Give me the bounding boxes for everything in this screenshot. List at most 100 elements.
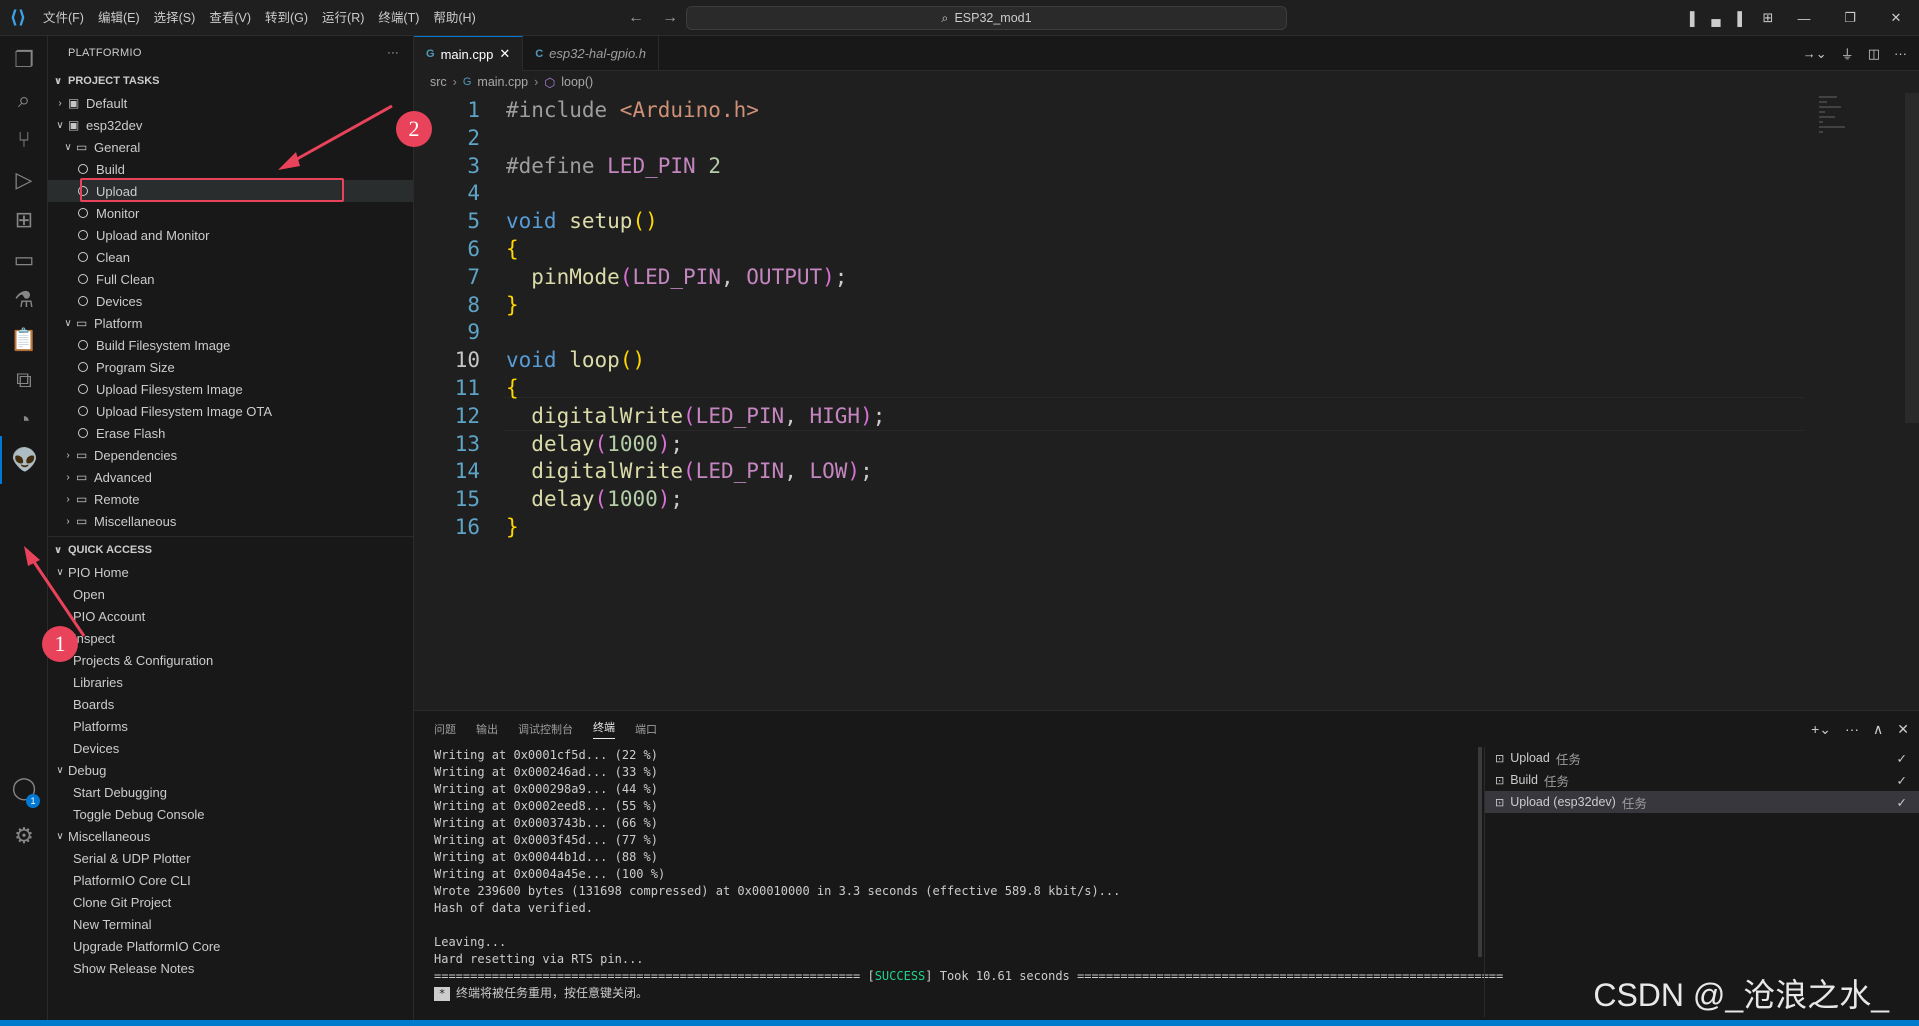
quick-item-show-release-notes[interactable]: Show Release Notes [48, 957, 413, 979]
tree-item-general[interactable]: ∨ ▭ General [48, 136, 413, 158]
close-icon[interactable]: ✕ [1873, 10, 1919, 26]
tree-item-label: Default [86, 95, 128, 111]
quick-item-projects-configuration[interactable]: Projects & Configuration [48, 649, 413, 671]
tree-item-label: Remote [94, 491, 140, 507]
quick-item-libraries[interactable]: Libraries [48, 671, 413, 693]
tree-item-advanced[interactable]: › ▭ Advanced [48, 466, 413, 488]
tree-item-miscellaneous[interactable]: › ▭ Miscellaneous [48, 510, 413, 532]
quick-item-inspect[interactable]: Inspect [48, 627, 413, 649]
quick-item-label: PlatformIO Core CLI [73, 872, 191, 888]
panel-tab-0[interactable]: 问题 [434, 721, 456, 737]
task-circle-icon [78, 252, 88, 262]
toggle-secondary-sidebar-icon[interactable]: ▌ [1729, 11, 1755, 26]
quick-item-platforms[interactable]: Platforms [48, 715, 413, 737]
forward-arrow-icon[interactable]: → [662, 9, 678, 27]
quick-group-debug[interactable]: ∨ Debug [48, 759, 413, 781]
menu-item[interactable]: 帮助(H) [426, 0, 482, 36]
quick-group-miscellaneous[interactable]: ∨ Miscellaneous [48, 825, 413, 847]
terminal-scrollbar[interactable] [1478, 747, 1482, 957]
tab-esp32-hal-gpio-h[interactable]: Cesp32-hal-gpio.h [523, 36, 660, 71]
environment-folder-icon: ▣ [68, 118, 80, 132]
quick-item-start-debugging[interactable]: Start Debugging [48, 781, 413, 803]
restore-icon[interactable]: ❐ [1827, 10, 1873, 26]
quick-item-boards[interactable]: Boards [48, 693, 413, 715]
line-number: 5 [467, 209, 480, 234]
toggle-sidebar-icon[interactable]: ▐ [1677, 11, 1703, 26]
menu-item[interactable]: 文件(F) [36, 0, 91, 36]
tree-item-upload-and-monitor[interactable]: Upload and Monitor [48, 224, 413, 246]
tree-item-default[interactable]: › ▣ Default [48, 92, 413, 114]
more-actions-icon[interactable]: ··· [1845, 721, 1859, 737]
quick-item-toggle-debug-console[interactable]: Toggle Debug Console [48, 803, 413, 825]
chevron-down-icon: ∨ [64, 141, 72, 153]
tree-item-build-filesystem-image[interactable]: Build Filesystem Image [48, 334, 413, 356]
tree-item-devices[interactable]: Devices [48, 290, 413, 312]
breadcrumb-file[interactable]: main.cpp [477, 75, 528, 89]
tree-item-clean[interactable]: Clean [48, 246, 413, 268]
line-number: 7 [467, 264, 480, 289]
panel-tab-1[interactable]: 输出 [476, 721, 498, 737]
tree-item-erase-flash[interactable]: Erase Flash [48, 422, 413, 444]
tab-main-cpp[interactable]: Gmain.cpp ✕ [414, 36, 524, 71]
quick-group-pio-home[interactable]: ∨ PIO Home [48, 561, 413, 583]
tree-item-build[interactable]: Build [48, 158, 413, 180]
line-source: void setup() [506, 209, 658, 234]
tree-item-esp32dev[interactable]: ∨ ▣ esp32dev [48, 114, 413, 136]
tree-item-upload-filesystem-image[interactable]: Upload Filesystem Image [48, 378, 413, 400]
panel-tab-2[interactable]: 调试控制台 [518, 721, 573, 737]
chevron-down-icon: ∨ [56, 566, 64, 578]
minimap[interactable] [1819, 93, 1859, 193]
plug-icon[interactable]: ⏚ [1841, 44, 1854, 63]
task-terminal-upload-esp32dev[interactable]: ⊡ Upload (esp32dev) 任务 ✓ [1485, 791, 1919, 813]
quick-item-platformio-core-cli[interactable]: PlatformIO Core CLI [48, 869, 413, 891]
settings-gear-icon[interactable]: ⚙ [0, 812, 48, 860]
toggle-panel-icon[interactable]: ▄ [1703, 11, 1729, 26]
maximize-panel-icon[interactable]: ∧ [1873, 721, 1883, 738]
task-terminal-upload[interactable]: ⊡ Upload 任务 ✓ [1485, 747, 1919, 769]
quick-item-new-terminal[interactable]: New Terminal [48, 913, 413, 935]
tree-item-remote[interactable]: › ▭ Remote [48, 488, 413, 510]
quick-item-open[interactable]: Open [48, 583, 413, 605]
line-source: } [506, 515, 519, 539]
close-panel-icon[interactable]: ✕ [1897, 721, 1909, 738]
quick-access-header[interactable]: ∨ QUICK ACCESS [48, 539, 413, 561]
platformio-icon[interactable]: 👽 [0, 436, 48, 484]
more-actions-icon[interactable]: ··· [1894, 46, 1907, 61]
platformio-build-icon[interactable]: →⌄ [1803, 46, 1827, 62]
menu-item[interactable]: 终端(T) [371, 0, 426, 36]
back-arrow-icon[interactable]: ← [628, 9, 644, 27]
tree-item-program-size[interactable]: Program Size [48, 356, 413, 378]
code-editor[interactable]: 1 #include <Arduino.h> 2 3 #define LED_PIN 2… [414, 93, 1919, 710]
quick-item-devices[interactable]: Devices [48, 737, 413, 759]
tree-item-label: Upload and Monitor [96, 227, 210, 243]
account-icon[interactable]: ◯ 1 [0, 764, 48, 812]
project-tasks-header[interactable]: ∨ PROJECT TASKS [48, 70, 413, 92]
split-editor-icon[interactable]: ◫ [1868, 46, 1880, 62]
panel-tab-3[interactable]: 终端 [593, 719, 615, 739]
command-center-search[interactable]: ⌕ ESP32_mod1 [686, 6, 1287, 30]
task-terminal-build[interactable]: ⊡ Build 任务 ✓ [1485, 769, 1919, 791]
tree-item-platform[interactable]: ∨ ▭ Platform [48, 312, 413, 334]
menu-item[interactable]: 查看(V) [202, 0, 258, 36]
breadcrumb-folder[interactable]: src [430, 75, 447, 89]
panel-tab-4[interactable]: 端口 [635, 721, 657, 737]
minimize-icon[interactable]: — [1781, 11, 1827, 26]
tree-item-upload-filesystem-image-ota[interactable]: Upload Filesystem Image OTA [48, 400, 413, 422]
tree-item-full-clean[interactable]: Full Clean [48, 268, 413, 290]
menu-item[interactable]: 选择(S) [147, 0, 203, 36]
quick-item-upgrade-platformio-core[interactable]: Upgrade PlatformIO Core [48, 935, 413, 957]
menu-item[interactable]: 转到(G) [258, 0, 315, 36]
quick-item-pio-account[interactable]: PIO Account [48, 605, 413, 627]
breadcrumb-symbol[interactable]: loop() [561, 75, 593, 89]
quick-item-clone-git-project[interactable]: Clone Git Project [48, 891, 413, 913]
quick-item-serial-udp-plotter[interactable]: Serial & UDP Plotter [48, 847, 413, 869]
tree-item-dependencies[interactable]: › ▭ Dependencies [48, 444, 413, 466]
customize-layout-icon[interactable]: ⊞ [1755, 10, 1781, 26]
tree-item-monitor[interactable]: Monitor [48, 202, 413, 224]
menu-item[interactable]: 编辑(E) [91, 0, 147, 36]
new-terminal-icon[interactable]: +⌄ [1811, 721, 1831, 738]
menu-item[interactable]: 运行(R) [315, 0, 371, 36]
editor-scrollbar[interactable] [1905, 93, 1919, 423]
close-icon[interactable]: ✕ [499, 46, 510, 62]
more-actions-icon[interactable]: ··· [387, 47, 399, 59]
